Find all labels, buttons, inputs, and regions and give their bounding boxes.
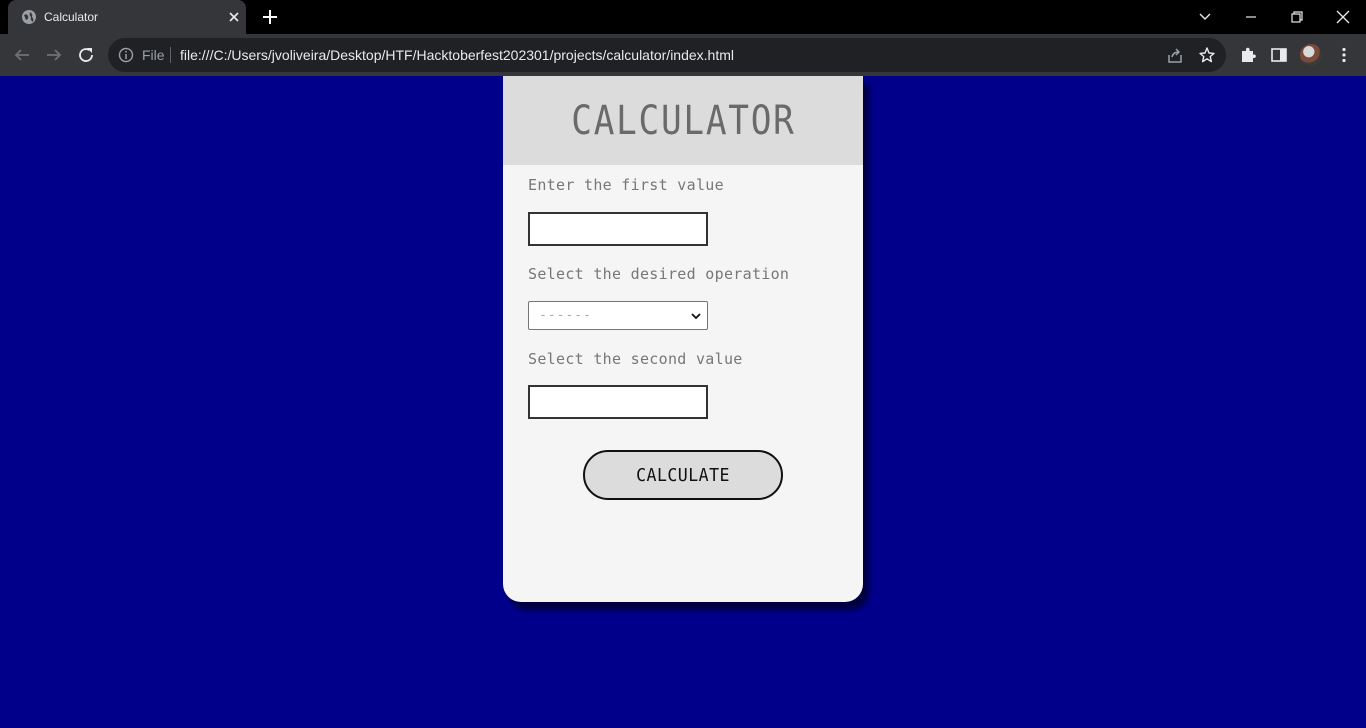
reload-icon (79, 48, 93, 62)
arrow-right-icon (47, 49, 62, 61)
browser-toolbar: File file:///C:/Users/jvoliveira/Desktop… (0, 34, 1366, 76)
side-panel-button[interactable] (1267, 43, 1291, 67)
reload-button[interactable] (74, 43, 98, 67)
chevron-down-icon (691, 313, 701, 320)
address-separator (170, 47, 171, 63)
restore-button[interactable] (1274, 0, 1320, 34)
back-button[interactable] (10, 43, 34, 67)
menu-button[interactable] (1332, 43, 1356, 67)
close-icon (1336, 10, 1350, 24)
profile-avatar[interactable] (1300, 44, 1322, 66)
extensions-button[interactable] (1236, 43, 1260, 67)
address-bar[interactable]: File file:///C:/Users/jvoliveira/Desktop… (108, 38, 1226, 72)
first-value-input[interactable] (528, 212, 708, 246)
close-window-button[interactable] (1320, 0, 1366, 34)
url-text[interactable]: file:///C:/Users/jvoliveira/Desktop/HTF/… (180, 47, 734, 63)
browser-tab[interactable]: Calculator (8, 0, 246, 34)
page-viewport: CALCULATOR Enter the first value Select … (0, 76, 1366, 728)
calculator-header: CALCULATOR (503, 76, 863, 165)
minimize-icon (1246, 16, 1256, 18)
tab-search-button[interactable] (1182, 0, 1228, 34)
tab-title: Calculator (44, 10, 99, 24)
minimize-button[interactable] (1228, 0, 1274, 34)
calculate-button[interactable]: CALCULATE (583, 450, 783, 500)
globe-icon (22, 10, 36, 24)
second-value-label: Select the second value (528, 350, 743, 368)
puzzle-icon (1242, 47, 1256, 62)
side-panel-icon (1271, 48, 1287, 62)
kebab-menu-icon (1342, 47, 1346, 63)
page-title: CALCULATOR (570, 97, 796, 144)
operation-selected-value: ------ (539, 308, 592, 323)
first-value-label: Enter the first value (528, 176, 724, 194)
chevron-down-icon (1199, 13, 1211, 20)
info-icon[interactable] (118, 47, 134, 63)
calculate-button-label: CALCULATE (636, 464, 730, 486)
share-icon[interactable] (1166, 47, 1184, 65)
new-tab-icon[interactable] (260, 7, 280, 27)
tab-strip: Calculator (0, 0, 1366, 34)
restore-icon (1291, 11, 1303, 23)
arrow-left-icon (14, 49, 29, 61)
operation-label: Select the desired operation (528, 265, 790, 283)
second-value-input[interactable] (528, 385, 708, 419)
close-icon[interactable] (226, 9, 242, 25)
operation-select[interactable]: ------ (528, 301, 708, 330)
calculator-card: CALCULATOR Enter the first value Select … (503, 76, 863, 602)
scheme-label: File (142, 47, 165, 63)
bookmark-star-icon[interactable] (1198, 46, 1216, 64)
forward-button[interactable] (42, 43, 66, 67)
